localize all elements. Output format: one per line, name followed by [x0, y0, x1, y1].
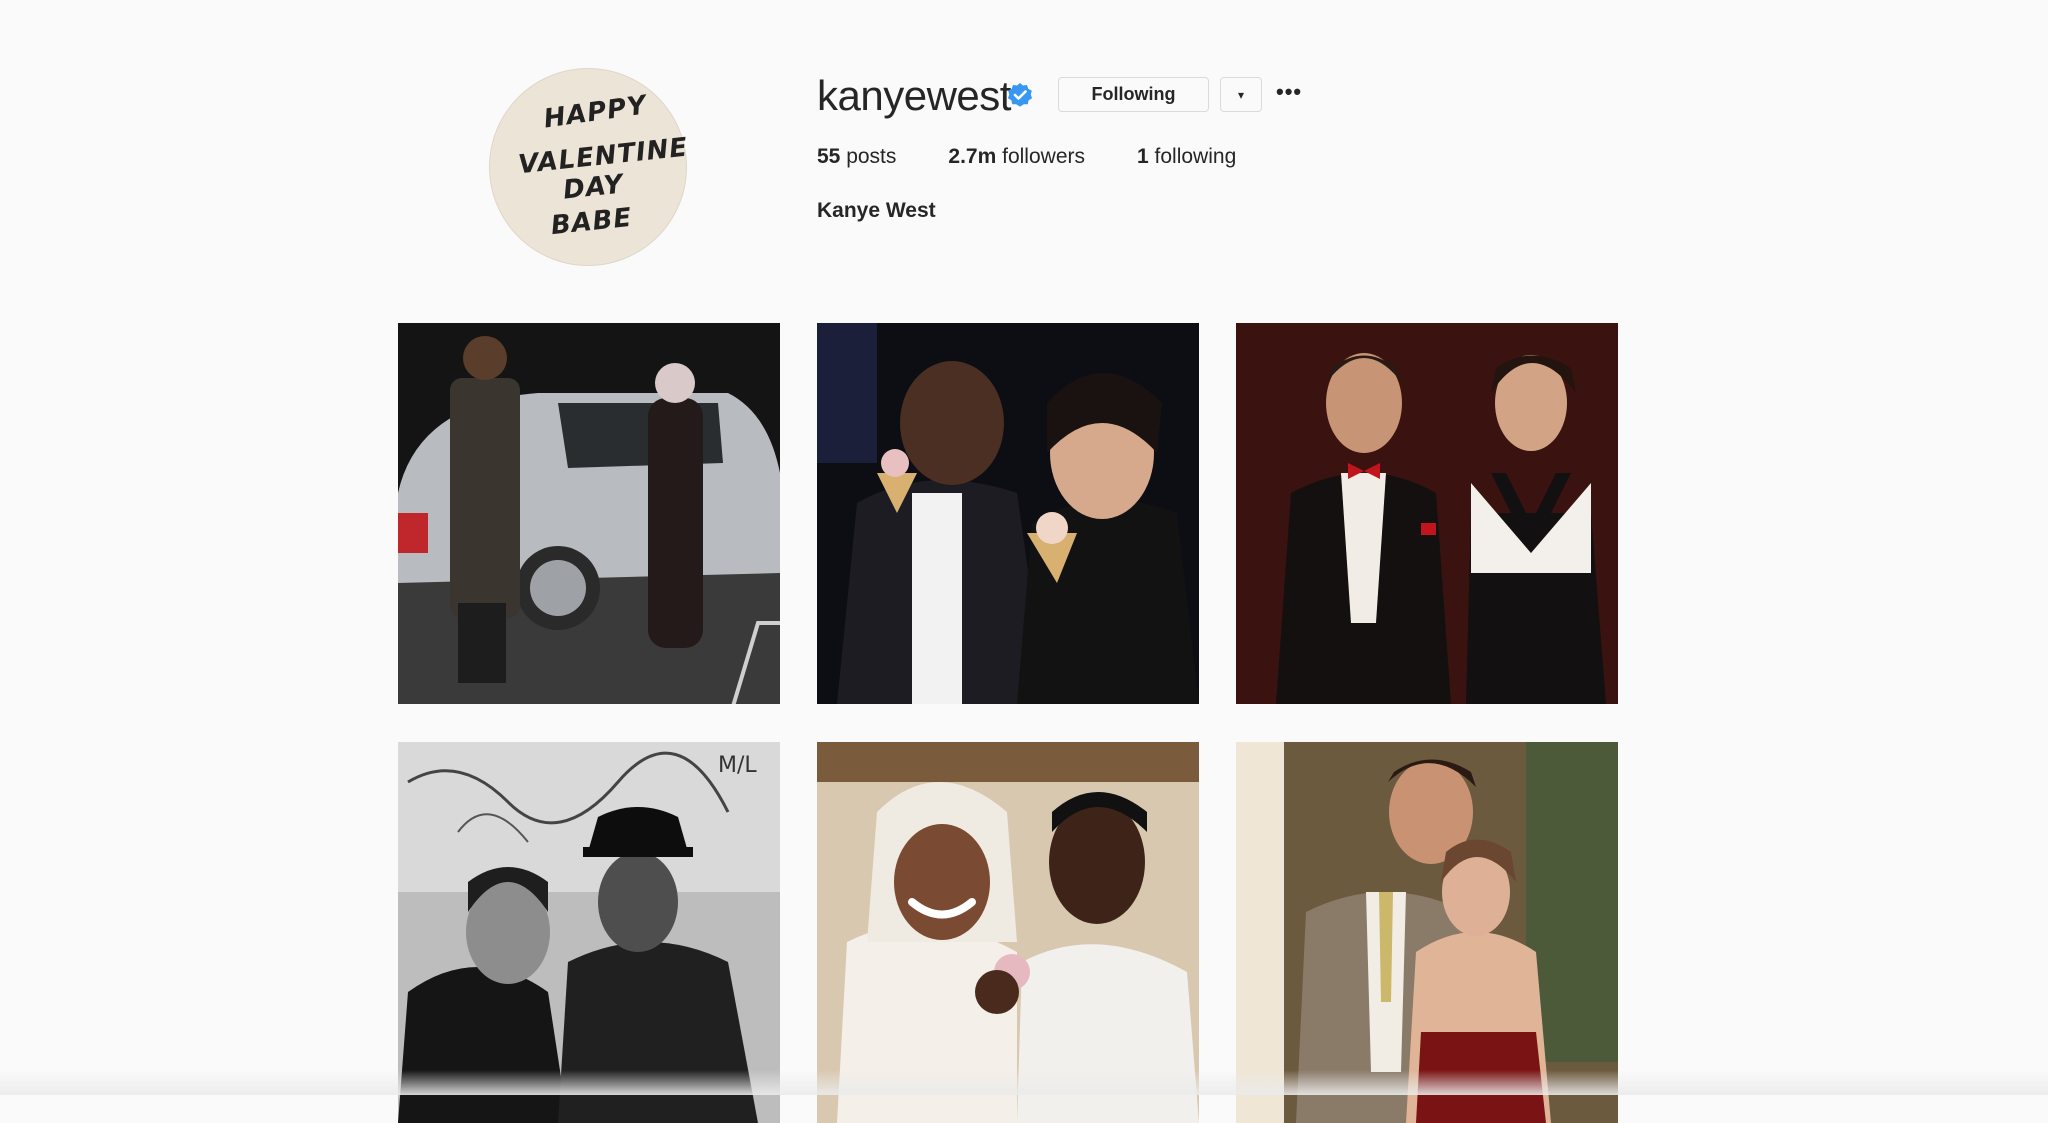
chevron-down-icon: ▾: [1237, 87, 1245, 102]
followers-stat[interactable]: 2.7m followers: [948, 143, 1085, 171]
verified-badge-icon: [1008, 83, 1032, 107]
profile-full-name: Kanye West: [817, 199, 936, 222]
post-image: [1236, 323, 1618, 704]
following-label: following: [1154, 145, 1237, 168]
post-image: [1236, 742, 1618, 1123]
posts-count: 55: [817, 145, 841, 168]
post-image: [817, 323, 1199, 704]
posts-label: posts: [846, 145, 897, 168]
avatar-text-line-3: DAY: [562, 169, 628, 205]
avatar-handwritten-note: HAPPY VALENTINES DAY BABE: [517, 90, 687, 241]
svg-text:M/L: M/L: [718, 753, 757, 778]
profile-header: HAPPY VALENTINES DAY BABE kanyewest Foll…: [0, 0, 2048, 300]
avatar-text-line-1: HAPPY: [542, 90, 651, 134]
suggestions-dropdown-button[interactable]: ▾: [1220, 77, 1262, 112]
post-image: [398, 323, 780, 704]
following-stat[interactable]: 1 following: [1137, 143, 1236, 171]
more-options-icon[interactable]: •••: [1276, 81, 1301, 106]
post-couple-by-silver-car[interactable]: [398, 323, 780, 704]
followers-label: followers: [1002, 145, 1085, 168]
bottom-fade: [0, 1070, 2048, 1095]
post-couple-in-suit-and-red-dress[interactable]: [1236, 742, 1618, 1123]
post-tuxedo-couple[interactable]: [1236, 323, 1618, 704]
post-wedding-couple[interactable]: [817, 742, 1199, 1123]
post-black-and-white-couple[interactable]: M/L: [398, 742, 780, 1123]
following-button[interactable]: Following: [1058, 77, 1209, 112]
profile-stats: 55 posts 2.7m followers 1 following: [817, 143, 1288, 171]
post-image: [817, 742, 1199, 1123]
profile-username: kanyewest: [817, 72, 1011, 119]
posts-stat: 55 posts: [817, 143, 896, 171]
profile-avatar[interactable]: HAPPY VALENTINES DAY BABE: [489, 68, 687, 266]
avatar-text-line-4: BABE: [549, 203, 633, 241]
following-count: 1: [1137, 145, 1149, 168]
post-couple-eating-ice-cream[interactable]: [817, 323, 1199, 704]
followers-count: 2.7m: [948, 145, 997, 168]
post-image: M/L: [398, 742, 780, 1123]
